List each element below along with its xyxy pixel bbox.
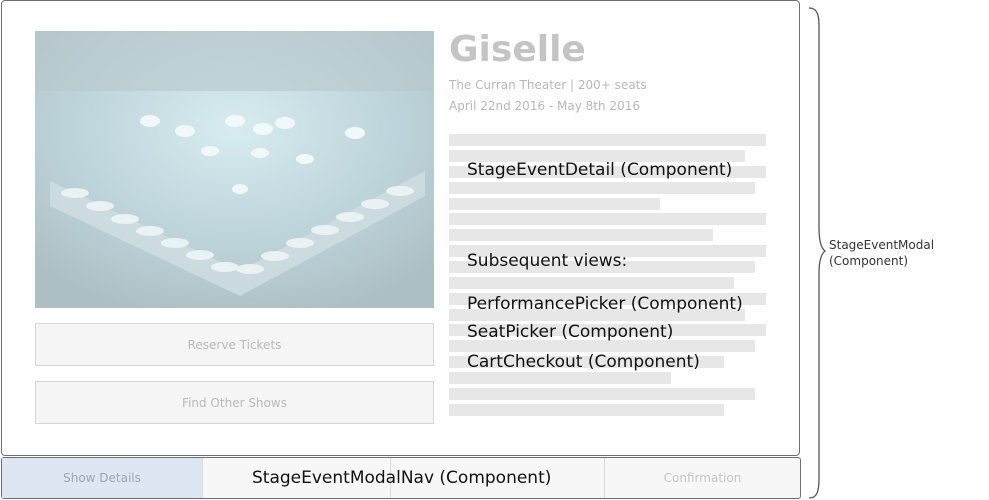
view-label-seat-picker: SeatPicker (Component) — [467, 322, 674, 342]
view-label-cart-checkout: CartCheckout (Component) — [467, 352, 700, 372]
event-venue: The Curran Theater | 200+ seats — [449, 78, 647, 92]
nav-component-label: StageEventModalNav (Component) — [252, 468, 552, 488]
detail-component-label: StageEventDetail (Component) — [467, 160, 733, 180]
subsequent-views-heading: Subsequent views: — [467, 251, 628, 271]
reserve-tickets-button[interactable]: Reserve Tickets — [35, 323, 434, 366]
event-dates: April 22nd 2016 - May 8th 2016 — [449, 99, 640, 113]
find-other-shows-button[interactable]: Find Other Shows — [35, 381, 434, 424]
view-label-performance-picker: PerformancePicker (Component) — [467, 294, 743, 314]
modal-component-label-line1: StageEventModal — [829, 238, 935, 252]
event-title: Giselle — [449, 29, 586, 70]
modal-component-label: StageEventModal (Component) — [829, 237, 934, 269]
modal-component-label-line2: (Component) — [829, 254, 909, 268]
event-photo — [35, 31, 434, 308]
nav-tab-show-details[interactable]: Show Details — [2, 458, 203, 498]
curly-brace-icon — [808, 7, 826, 499]
nav-tab-confirmation[interactable]: Confirmation — [605, 458, 800, 498]
ballet-stage-image — [35, 31, 434, 308]
